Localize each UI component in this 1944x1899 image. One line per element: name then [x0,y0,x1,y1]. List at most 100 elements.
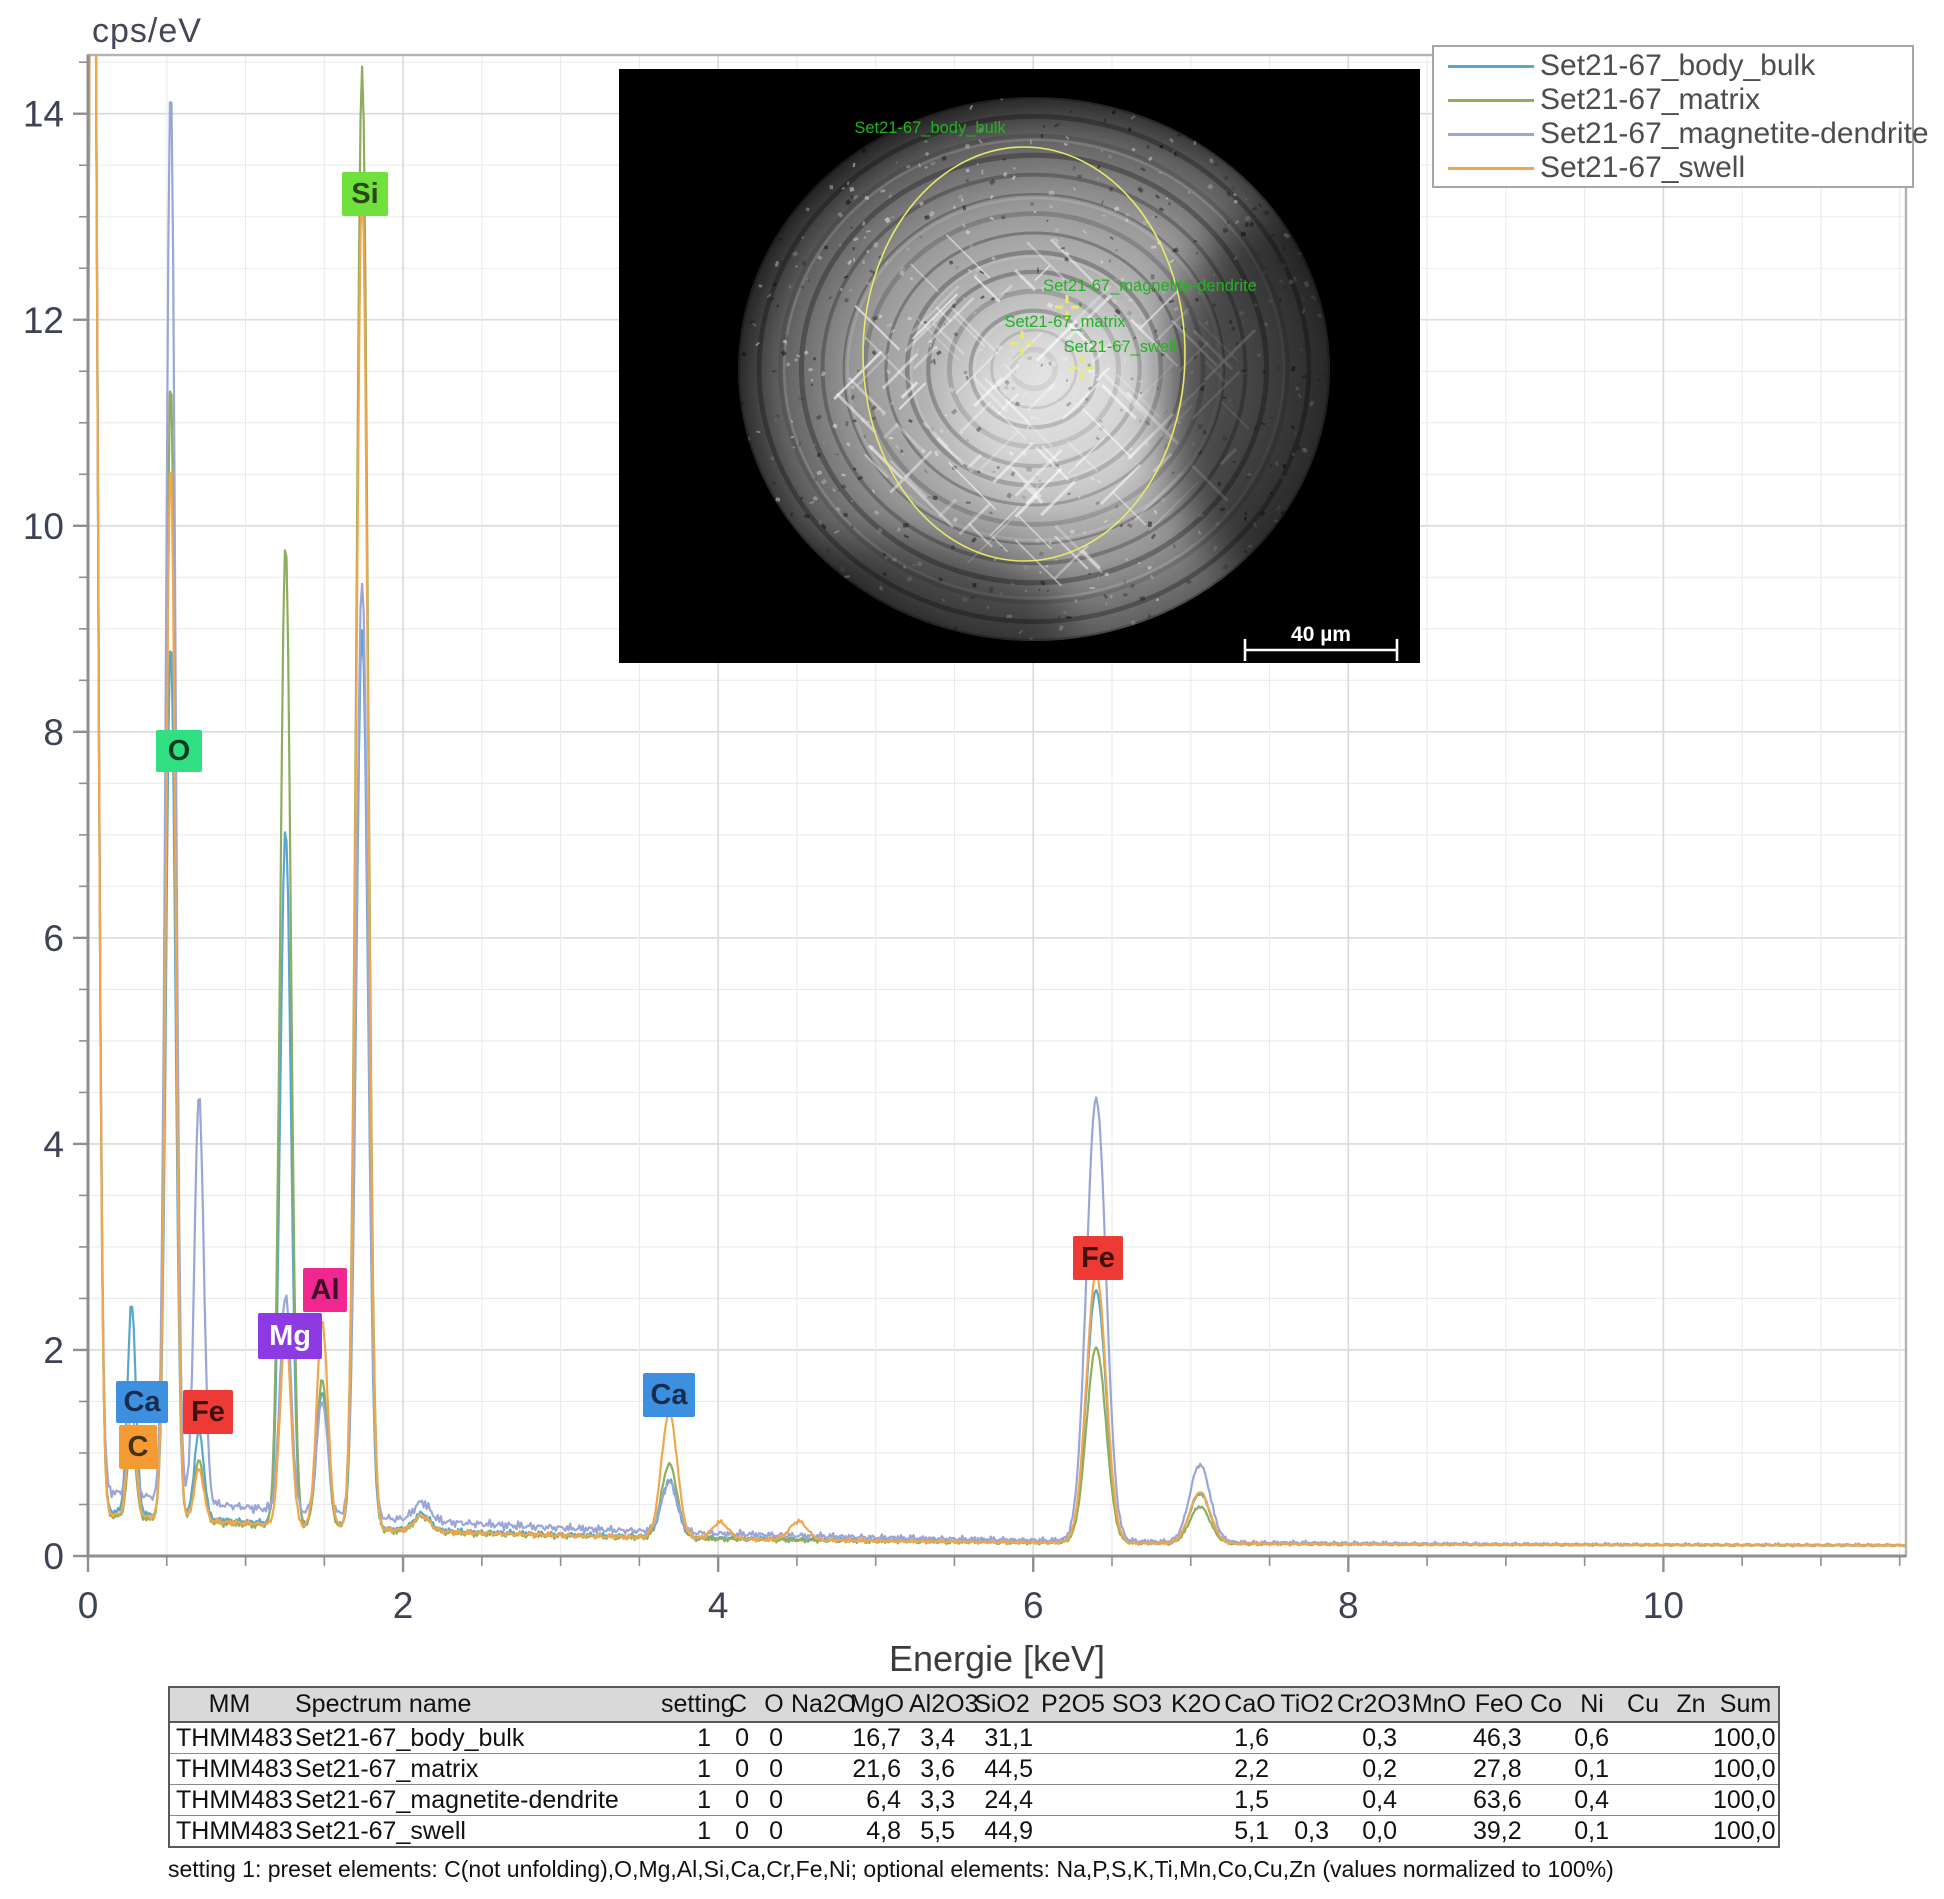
table-cell [1525,1753,1567,1785]
table-cell: 100,0 [1713,1784,1779,1816]
table-cell: 44,5 [963,1753,1041,1785]
table-cell [1041,1816,1105,1848]
table-cell [1169,1753,1223,1785]
y-tick-label: 2 [43,1330,64,1371]
y-tick-label: 12 [23,300,64,341]
x-tick-label: 10 [1643,1585,1684,1626]
column-header-tio2: TiO2 [1277,1687,1337,1723]
table-cell: Set21-67_magnetite-dendrite [289,1784,661,1816]
table-row: THMM483 Set21-67_matrix 1 0 0 21,6 3,6 44,5 2,2 0… [169,1753,1779,1785]
table-cell: 44,9 [984,1816,1033,1845]
settings-note: setting 1: preset elements: C(not unfold… [168,1856,1614,1882]
element-label-fe: Fe [183,1390,233,1434]
table-cell [791,1753,845,1785]
column-header-ni: Ni [1567,1687,1617,1723]
table-cell: 27,8 [1473,1753,1525,1785]
table-cell: 0,6 [1567,1722,1617,1754]
table-cell [1105,1722,1169,1754]
x-tick-label: 8 [1338,1585,1359,1626]
element-label-ca: Ca [116,1381,168,1423]
y-tick-label: 0 [43,1536,64,1577]
legend-entry-set21-67_magnetite-dendrite: Set21-67_magnetite-dendrite [1448,117,1929,151]
table-cell [791,1722,845,1754]
table-cell: 0,1 [1567,1753,1617,1785]
table-cell: 100,0 [1713,1722,1779,1754]
table-cell: 31,1 [963,1722,1041,1754]
scale-bar-label: 40 µm [1291,623,1351,646]
table-cell [1105,1753,1169,1785]
element-label-fe: Fe [1073,1236,1123,1280]
legend-line-swatch [1448,64,1534,68]
composition-table: MM Spectrum name setting C O Na2O MgO Al2O3 SiO2… [168,1686,1780,1848]
table-cell: 5,5 [920,1816,955,1845]
table-cell: 0 [719,1722,757,1754]
column-header-na2o: Na2O [791,1687,856,1723]
table-cell: THMM483 [169,1784,293,1816]
table-cell [1617,1722,1669,1754]
x-tick-label: 2 [393,1585,414,1626]
table-cell [1669,1816,1713,1848]
table-cell: 0 [735,1816,749,1845]
table-cell: THMM483 [176,1816,293,1845]
element-label-mg: Mg [258,1313,322,1359]
table-cell: 4,8 [866,1816,901,1845]
legend-entry-set21-67_swell: Set21-67_swell [1448,151,1912,185]
table-cell [1405,1753,1473,1785]
table-cell: 100,0 [1713,1816,1776,1845]
legend-line-swatch [1448,166,1534,170]
table-cell: 0,1 [1574,1816,1609,1845]
column-header-mno: MnO [1405,1687,1473,1723]
table-cell: 0 [719,1784,757,1816]
table-cell [1617,1784,1669,1816]
element-label-c: C [119,1425,157,1469]
table-cell: 0,4 [1337,1784,1405,1816]
x-tick-label: 0 [78,1585,99,1626]
table-cell [1041,1784,1105,1816]
table-row: THMM483 Set21-67_body_bulk 1 0 0 16,7 3,4 31,1 1… [169,1722,1779,1754]
table-cell [1617,1753,1669,1785]
table-cell: 1 [661,1753,719,1785]
table-cell [1525,1816,1567,1848]
table-cell [1669,1722,1713,1754]
table-cell: 0,2 [1337,1753,1405,1785]
table-cell: 24,4 [963,1784,1041,1816]
column-header-mm: MM [169,1687,289,1723]
legend-label: Set21-67_magnetite-dendrite [1540,117,1929,150]
element-label-ca: Ca [643,1373,695,1417]
column-header-sio2: SiO2 [963,1687,1041,1723]
table-cell [1277,1753,1337,1785]
table-cell [1277,1784,1337,1816]
table-cell: 0 [757,1722,791,1754]
y-tick-label: 10 [23,506,64,547]
column-header-p2o5: P2O5 [1041,1687,1105,1723]
table-cell: 16,7 [845,1722,909,1754]
legend-label: Set21-67_body_bulk [1540,49,1816,82]
table-header-row: MM Spectrum name setting C O Na2O MgO Al2O3 SiO2… [169,1687,1779,1723]
table-cell: 1 [661,1722,719,1754]
y-tick-label: 14 [23,94,64,135]
table-cell [1277,1722,1337,1754]
table-cell [791,1784,845,1816]
x-axis-title: Energie [keV] [888,1638,1106,1679]
eds-spectrum-report: cps/eV 0 2 4 6 8 10 0 2 4 6 8 10 12 14 Energie [keV] … [0,0,1944,1899]
column-header-spectrum name: Spectrum name [289,1687,661,1723]
table-cell: 3,3 [909,1784,963,1816]
column-header-co: Co [1525,1687,1567,1723]
table-cell [1669,1753,1713,1785]
table-cell: 6,4 [845,1784,909,1816]
table-row: THMM483 Set21-67_swell 1 0 0 4,8 5,5 44,9 5,1 0,3… [169,1816,1779,1848]
table-cell: 2,2 [1223,1753,1277,1785]
x-tick-label: 6 [1023,1585,1044,1626]
table-cell: 46,3 [1473,1722,1525,1754]
inset-spot-label: Set21-67_body_bulk [854,119,1006,137]
element-label-o: O [156,730,202,772]
table-cell: THMM483 [169,1722,293,1754]
table-cell: Set21-67_matrix [289,1753,661,1785]
table-cell [1041,1722,1105,1754]
sem-inset-image: Set21-67_body_bulk Set21-67_magnetite-den… [619,69,1420,663]
legend-line-swatch [1448,132,1534,136]
x-tick-label: 4 [708,1585,729,1626]
table-cell: 3,6 [909,1753,963,1785]
y-tick-label: 8 [43,712,64,753]
table-cell: 0 [757,1784,791,1816]
